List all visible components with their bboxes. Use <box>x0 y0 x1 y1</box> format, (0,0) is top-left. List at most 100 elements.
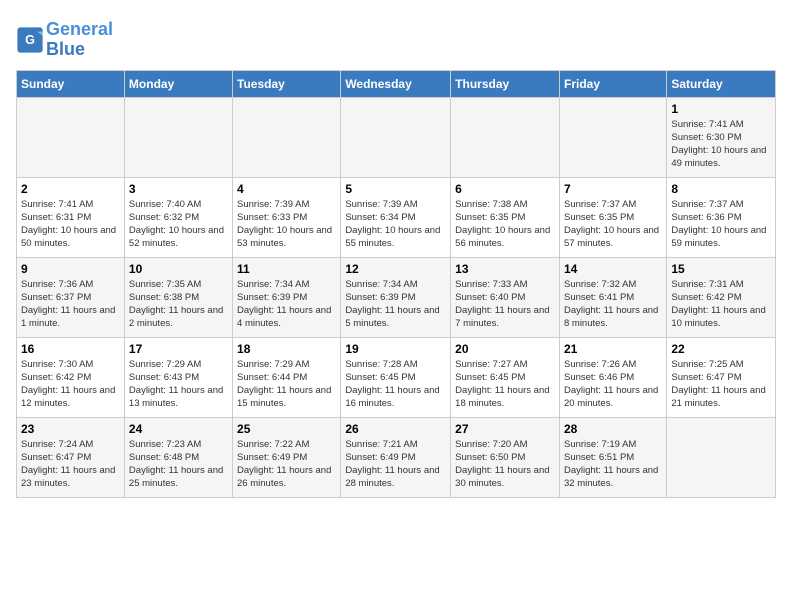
day-cell <box>451 97 560 177</box>
logo-icon: G <box>16 26 44 54</box>
day-cell: 19 Sunrise: 7:28 AM Sunset: 6:45 PM Dayli… <box>341 337 451 417</box>
day-info: Sunrise: 7:34 AM Sunset: 6:39 PM Dayligh… <box>345 278 446 331</box>
day-cell <box>667 417 776 497</box>
day-info: Sunrise: 7:40 AM Sunset: 6:32 PM Dayligh… <box>129 198 228 251</box>
day-number: 12 <box>345 262 446 276</box>
day-number: 17 <box>129 342 228 356</box>
header-sunday: Sunday <box>17 70 125 97</box>
day-cell: 6 Sunrise: 7:38 AM Sunset: 6:35 PM Daylig… <box>451 177 560 257</box>
day-cell: 2 Sunrise: 7:41 AM Sunset: 6:31 PM Daylig… <box>17 177 125 257</box>
day-cell: 17 Sunrise: 7:29 AM Sunset: 6:43 PM Dayli… <box>124 337 232 417</box>
day-info: Sunrise: 7:37 AM Sunset: 6:36 PM Dayligh… <box>671 198 771 251</box>
day-info: Sunrise: 7:29 AM Sunset: 6:43 PM Dayligh… <box>129 358 228 411</box>
day-cell <box>17 97 125 177</box>
day-cell: 15Sunrise: 7:31 AM Sunset: 6:42 PM Dayli… <box>667 257 776 337</box>
header-thursday: Thursday <box>451 70 560 97</box>
day-info: Sunrise: 7:28 AM Sunset: 6:45 PM Dayligh… <box>345 358 446 411</box>
day-info: Sunrise: 7:29 AM Sunset: 6:44 PM Dayligh… <box>237 358 336 411</box>
day-info: Sunrise: 7:33 AM Sunset: 6:40 PM Dayligh… <box>455 278 555 331</box>
day-number: 24 <box>129 422 228 436</box>
day-number: 20 <box>455 342 555 356</box>
day-number: 1 <box>671 102 771 116</box>
day-cell: 23Sunrise: 7:24 AM Sunset: 6:47 PM Dayli… <box>17 417 125 497</box>
day-info: Sunrise: 7:37 AM Sunset: 6:35 PM Dayligh… <box>564 198 662 251</box>
day-info: Sunrise: 7:20 AM Sunset: 6:50 PM Dayligh… <box>455 438 555 491</box>
day-cell <box>124 97 232 177</box>
logo: G General Blue <box>16 20 113 60</box>
day-number: 14 <box>564 262 662 276</box>
day-cell: 4 Sunrise: 7:39 AM Sunset: 6:33 PM Daylig… <box>233 177 341 257</box>
day-number: 3 <box>129 182 228 196</box>
day-info: Sunrise: 7:36 AM Sunset: 6:37 PM Dayligh… <box>21 278 120 331</box>
svg-text:G: G <box>25 33 35 47</box>
day-info: Sunrise: 7:26 AM Sunset: 6:46 PM Dayligh… <box>564 358 662 411</box>
day-cell: 11 Sunrise: 7:34 AM Sunset: 6:39 PM Dayli… <box>233 257 341 337</box>
header-wednesday: Wednesday <box>341 70 451 97</box>
header-monday: Monday <box>124 70 232 97</box>
day-cell: 3 Sunrise: 7:40 AM Sunset: 6:32 PM Daylig… <box>124 177 232 257</box>
day-number: 5 <box>345 182 446 196</box>
day-number: 6 <box>455 182 555 196</box>
day-cell: 28 Sunrise: 7:19 AM Sunset: 6:51 PM Dayli… <box>559 417 666 497</box>
day-number: 11 <box>237 262 336 276</box>
day-info: Sunrise: 7:41 AM Sunset: 6:30 PM Dayligh… <box>671 118 771 171</box>
day-number: 27 <box>455 422 555 436</box>
day-cell: 9 Sunrise: 7:36 AM Sunset: 6:37 PM Daylig… <box>17 257 125 337</box>
day-number: 13 <box>455 262 555 276</box>
day-number: 28 <box>564 422 662 436</box>
day-info: Sunrise: 7:23 AM Sunset: 6:48 PM Dayligh… <box>129 438 228 491</box>
week-row-1: 1 Sunrise: 7:41 AM Sunset: 6:30 PM Daylig… <box>17 97 776 177</box>
day-info: Sunrise: 7:32 AM Sunset: 6:41 PM Dayligh… <box>564 278 662 331</box>
day-cell: 8 Sunrise: 7:37 AM Sunset: 6:36 PM Daylig… <box>667 177 776 257</box>
day-number: 15 <box>671 262 771 276</box>
day-cell: 27 Sunrise: 7:20 AM Sunset: 6:50 PM Dayli… <box>451 417 560 497</box>
day-info: Sunrise: 7:41 AM Sunset: 6:31 PM Dayligh… <box>21 198 120 251</box>
day-number: 18 <box>237 342 336 356</box>
day-info: Sunrise: 7:22 AM Sunset: 6:49 PM Dayligh… <box>237 438 336 491</box>
day-number: 8 <box>671 182 771 196</box>
day-number: 4 <box>237 182 336 196</box>
day-number: 19 <box>345 342 446 356</box>
day-info: Sunrise: 7:21 AM Sunset: 6:49 PM Dayligh… <box>345 438 446 491</box>
day-info: Sunrise: 7:19 AM Sunset: 6:51 PM Dayligh… <box>564 438 662 491</box>
day-cell <box>341 97 451 177</box>
day-number: 22 <box>671 342 771 356</box>
day-cell: 5 Sunrise: 7:39 AM Sunset: 6:34 PM Daylig… <box>341 177 451 257</box>
day-info: Sunrise: 7:34 AM Sunset: 6:39 PM Dayligh… <box>237 278 336 331</box>
day-cell: 12 Sunrise: 7:34 AM Sunset: 6:39 PM Dayli… <box>341 257 451 337</box>
header-friday: Friday <box>559 70 666 97</box>
day-number: 10 <box>129 262 228 276</box>
day-number: 21 <box>564 342 662 356</box>
day-cell <box>559 97 666 177</box>
day-number: 26 <box>345 422 446 436</box>
day-cell: 18 Sunrise: 7:29 AM Sunset: 6:44 PM Dayli… <box>233 337 341 417</box>
week-row-5: 23Sunrise: 7:24 AM Sunset: 6:47 PM Dayli… <box>17 417 776 497</box>
day-cell: 24 Sunrise: 7:23 AM Sunset: 6:48 PM Dayli… <box>124 417 232 497</box>
day-info: Sunrise: 7:35 AM Sunset: 6:38 PM Dayligh… <box>129 278 228 331</box>
day-info: Sunrise: 7:39 AM Sunset: 6:33 PM Dayligh… <box>237 198 336 251</box>
day-number: 25 <box>237 422 336 436</box>
header-saturday: Saturday <box>667 70 776 97</box>
day-cell: 21 Sunrise: 7:26 AM Sunset: 6:46 PM Dayli… <box>559 337 666 417</box>
day-cell: 20 Sunrise: 7:27 AM Sunset: 6:45 PM Dayli… <box>451 337 560 417</box>
day-info: Sunrise: 7:38 AM Sunset: 6:35 PM Dayligh… <box>455 198 555 251</box>
day-info: Sunrise: 7:39 AM Sunset: 6:34 PM Dayligh… <box>345 198 446 251</box>
day-cell: 10 Sunrise: 7:35 AM Sunset: 6:38 PM Dayli… <box>124 257 232 337</box>
day-cell: 26 Sunrise: 7:21 AM Sunset: 6:49 PM Dayli… <box>341 417 451 497</box>
day-info: Sunrise: 7:27 AM Sunset: 6:45 PM Dayligh… <box>455 358 555 411</box>
day-number: 2 <box>21 182 120 196</box>
day-cell: 13 Sunrise: 7:33 AM Sunset: 6:40 PM Dayli… <box>451 257 560 337</box>
calendar-table: SundayMondayTuesdayWednesdayThursdayFrid… <box>16 70 776 498</box>
week-row-3: 9 Sunrise: 7:36 AM Sunset: 6:37 PM Daylig… <box>17 257 776 337</box>
day-info: Sunrise: 7:25 AM Sunset: 6:47 PM Dayligh… <box>671 358 771 411</box>
day-cell: 16Sunrise: 7:30 AM Sunset: 6:42 PM Dayli… <box>17 337 125 417</box>
day-cell: 7 Sunrise: 7:37 AM Sunset: 6:35 PM Daylig… <box>559 177 666 257</box>
day-number: 9 <box>21 262 120 276</box>
day-number: 7 <box>564 182 662 196</box>
header-tuesday: Tuesday <box>233 70 341 97</box>
week-row-4: 16Sunrise: 7:30 AM Sunset: 6:42 PM Dayli… <box>17 337 776 417</box>
day-number: 23 <box>21 422 120 436</box>
day-number: 16 <box>21 342 120 356</box>
calendar-header-row: SundayMondayTuesdayWednesdayThursdayFrid… <box>17 70 776 97</box>
day-cell: 1 Sunrise: 7:41 AM Sunset: 6:30 PM Daylig… <box>667 97 776 177</box>
